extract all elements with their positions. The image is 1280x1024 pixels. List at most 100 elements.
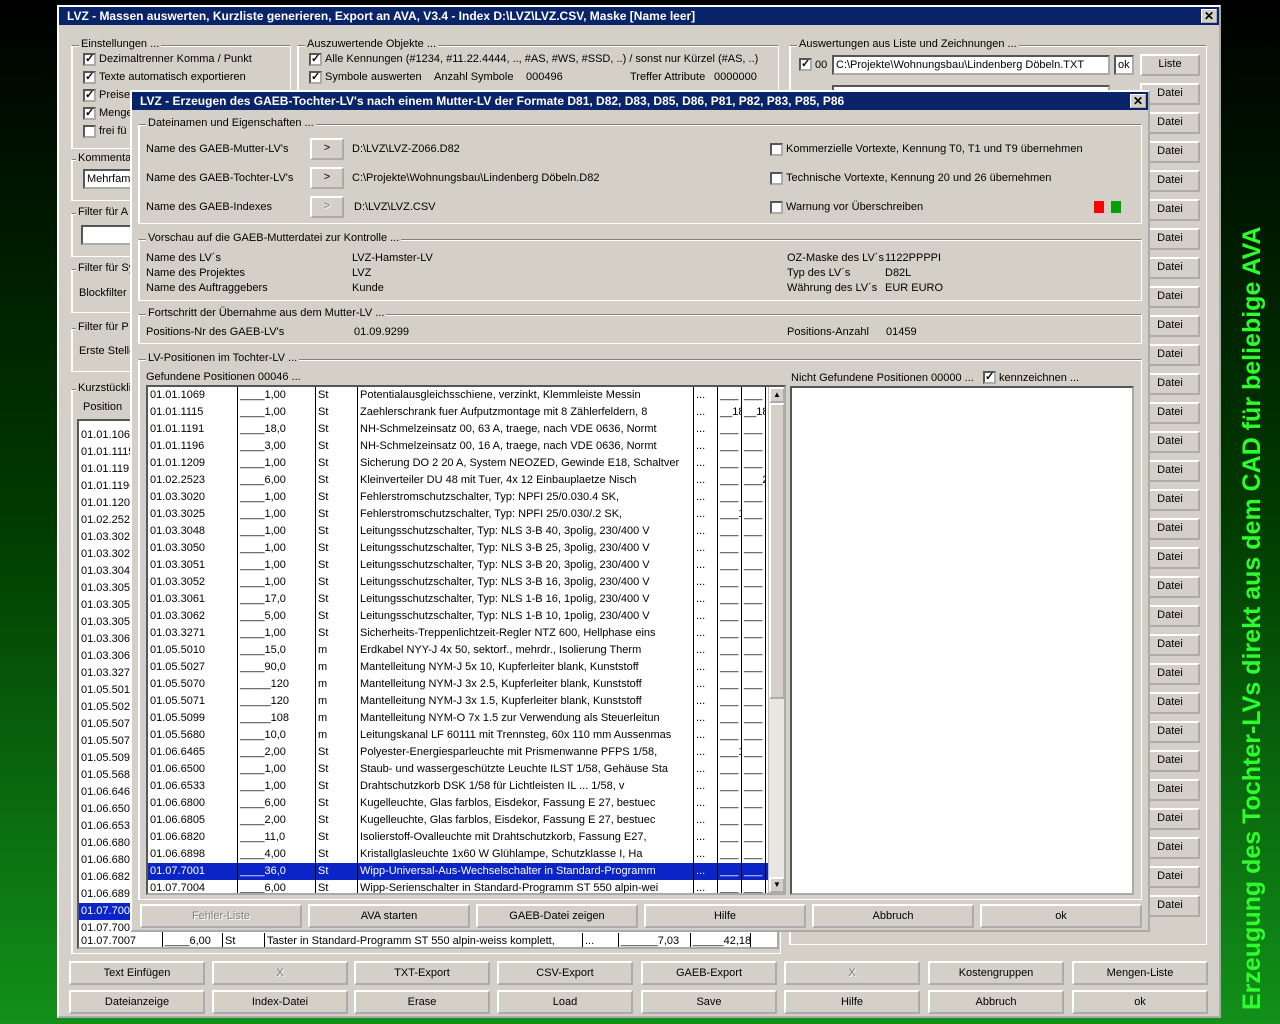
dialog-button[interactable]: Abbruch	[812, 904, 974, 928]
bottom-button[interactable]: X	[784, 961, 920, 985]
table-row[interactable]: 01.05.5680 ____10,0 m Leitungskanal LF 6011…	[148, 727, 784, 744]
text-cell: Taster in Standard-Programm ST 550 alpin…	[265, 933, 583, 947]
text-cell: Leitungsschutzschalter, Typ: NLS 3-B 20,…	[358, 557, 694, 574]
bottom-button[interactable]: Mengen-Liste	[1072, 961, 1208, 985]
table-row[interactable]: 01.01.1191 ____18,0 St NH-Schmelzeinsatz 00…	[148, 421, 784, 438]
b-cell: ___	[742, 846, 766, 863]
einheit-cell: St	[316, 761, 358, 778]
scroll-up-icon[interactable]: ▲	[769, 387, 784, 403]
dialog-button[interactable]: ok	[980, 904, 1142, 928]
gefunden-list[interactable]: 01.01.1069 ____1,00 St Potentialausgleichss…	[146, 385, 786, 895]
auswertung-path-input[interactable]: C:\Projekte\Wohnungsbau\Lindenberg Döbel…	[832, 55, 1110, 75]
table-row[interactable]: 01.05.5070 _____120 m Mantelleitung NYM-J 3…	[148, 676, 784, 693]
table-row[interactable]: 01.03.3062 ____5,00 St Leitungsschutzschalt…	[148, 608, 784, 625]
a-cell: ___	[718, 557, 742, 574]
table-row[interactable]: 01.06.6800 ____6,00 St Kugelleuchte, Glas f…	[148, 795, 784, 812]
bottom-button[interactable]: Save	[641, 990, 777, 1014]
warnung-checkbox[interactable]	[770, 201, 783, 214]
table-row[interactable]: 01.03.3050 ____1,00 St Leitungsschutzschalt…	[148, 540, 784, 557]
bottom-button[interactable]: Hilfe	[784, 990, 920, 1014]
mutter-browse-button[interactable]: >	[310, 138, 344, 160]
pos-cell: 01.02.2523	[148, 472, 238, 489]
technisch-checkbox[interactable]	[770, 172, 783, 185]
table-row[interactable]: 01.06.6898 ____4,00 St Kristallglasleuchte …	[148, 846, 784, 863]
table-row[interactable]: 01.02.2523 ____6,00 St Kleinverteiler DU 48…	[148, 472, 784, 489]
bottom-button[interactable]: Dateianzeige	[69, 990, 205, 1014]
nicht-gefunden-list[interactable]	[790, 386, 1134, 895]
kommentar-label: Kommentar	[76, 152, 137, 164]
table-row[interactable]: 01.03.3271 ____1,00 St Sicherheits-Treppenl…	[148, 625, 784, 642]
bottom-button[interactable]: Index-Datei	[212, 990, 348, 1014]
table-row[interactable]: 01.05.5099 _____108 m Mantelleitung NYM-O 7…	[148, 710, 784, 727]
einheit-cell: m	[316, 693, 358, 710]
auswertung-checkbox[interactable]: ✓	[799, 58, 812, 71]
table-row[interactable]: 01.01.1209 ____1,00 St Sicherung DO 2 20 A,…	[148, 455, 784, 472]
dialog-close-button[interactable]: ✕	[1130, 94, 1146, 108]
kennzeichnen-checkbox[interactable]: ✓	[983, 371, 996, 384]
table-row[interactable]: 01.01.1196 ____3,00 St NH-Schmelzeinsatz 00…	[148, 438, 784, 455]
einheit-cell: St	[316, 506, 358, 523]
bottom-button[interactable]: CSV-Export	[497, 961, 633, 985]
scroll-down-icon[interactable]: ▼	[769, 877, 784, 893]
scroll-thumb[interactable]	[769, 403, 784, 699]
table-row[interactable]: 01.07.7007 ____6,00 St Taster in Standar…	[79, 933, 777, 947]
index-browse-button[interactable]: >	[310, 196, 344, 218]
einheit-cell: St	[316, 880, 358, 893]
bottom-button[interactable]: Erase	[354, 990, 490, 1014]
b-cell: ___	[742, 863, 766, 880]
einstellung-checkbox[interactable]: ✓	[83, 107, 96, 120]
table-row[interactable]: 01.03.3020 ____1,00 St Fehlerstromschutzsch…	[148, 489, 784, 506]
table-row[interactable]: 01.05.5010 ____15,0 m Erdkabel NYY-J 4x 50,…	[148, 642, 784, 659]
lv-name-label: Name des LV´s	[146, 252, 221, 264]
liste-button[interactable]: Liste	[1140, 54, 1200, 76]
a-cell: ___1	[718, 506, 742, 523]
bottom-button[interactable]: GAEB-Export	[641, 961, 777, 985]
einstellung-checkbox[interactable]: ✓	[83, 71, 96, 84]
main-close-button[interactable]: ✕	[1201, 9, 1217, 23]
tochter-browse-button[interactable]: >	[310, 167, 344, 189]
table-row[interactable]: 01.03.3052 ____1,00 St Leitungsschutzschalt…	[148, 574, 784, 591]
table-row[interactable]: 01.01.1115 ____1,00 St Zaehlerschrank fuer …	[148, 404, 784, 421]
table-row[interactable]: 01.06.6500 ____1,00 St Staub- und wasserges…	[148, 761, 784, 778]
bottom-button[interactable]: X	[212, 961, 348, 985]
einstellung-checkbox[interactable]	[83, 125, 96, 138]
einstellung-checkbox[interactable]: ✓	[83, 89, 96, 102]
symbole-checkbox[interactable]: ✓	[309, 71, 322, 84]
bottom-button[interactable]: Load	[497, 990, 633, 1014]
dialog-button[interactable]: Hilfe	[644, 904, 806, 928]
bottom-button[interactable]: TXT-Export	[354, 961, 490, 985]
table-row[interactable]: 01.03.3025 ____1,00 St Fehlerstromschutzsch…	[148, 506, 784, 523]
table-row[interactable]: 01.07.7004 ____6,00 St Wipp-Serienschalter …	[148, 880, 784, 893]
bottom-button[interactable]: ok	[1072, 990, 1208, 1014]
menge-cell: ____1,00	[238, 404, 316, 421]
einstellung-checkbox[interactable]: ✓	[83, 53, 96, 66]
dialog-button[interactable]: GAEB-Datei zeigen	[476, 904, 638, 928]
table-row[interactable]: 01.06.6805 ____2,00 St Kugelleuchte, Glas f…	[148, 812, 784, 829]
table-row[interactable]: 01.03.3061 ____17,0 St Leitungsschutzschalt…	[148, 591, 784, 608]
dialog-button[interactable]: Fehler-Liste	[140, 904, 302, 928]
dialog-button[interactable]: AVA starten	[308, 904, 470, 928]
table-row[interactable]: 01.07.7001 ____36,0 St Wipp-Universal-Aus-W…	[148, 863, 784, 880]
table-row[interactable]: 01.06.6533 ____1,00 St Drahtschutzkorb DSK …	[148, 778, 784, 795]
bottom-button[interactable]: Kostengruppen	[928, 961, 1064, 985]
bottom-button[interactable]: Text Einfügen	[69, 961, 205, 985]
table-row[interactable]: 01.06.6820 ____11,0 St Isolierstoff-Ovalleu…	[148, 829, 784, 846]
table-row[interactable]: 01.01.1069 ____1,00 St Potentialausgleichss…	[148, 387, 784, 404]
table-row[interactable]: 01.03.3048 ____1,00 St Leitungsschutzschalt…	[148, 523, 784, 540]
alle-kennungen-checkbox[interactable]: ✓	[309, 53, 322, 66]
table-row[interactable]: 01.03.3051 ____1,00 St Leitungsschutzschalt…	[148, 557, 784, 574]
table-row[interactable]: 01.05.5071 _____120 m Mantelleitung NYM-J 3…	[148, 693, 784, 710]
gefunden-scrollbar[interactable]: ▲ ▼	[768, 387, 784, 893]
text-cell: Kugelleuchte, Glas farblos, Eisdekor, Fa…	[358, 812, 694, 829]
a-cell: ___	[718, 676, 742, 693]
kommerz-checkbox[interactable]	[770, 143, 783, 156]
table-row[interactable]: 01.05.5027 ____90,0 m Mantelleitung NYM-J 5…	[148, 659, 784, 676]
auswertung-ok-input[interactable]: ok	[1114, 55, 1134, 75]
alle-kennungen-label: Alle Kennungen (#1234, #11.22.4444, .., …	[325, 53, 759, 65]
table-row[interactable]: 01.06.6465 ____2,00 St Polyester-Energiespa…	[148, 744, 784, 761]
pos-cell: 01.01.1191	[148, 421, 238, 438]
menge-cell: ____1,00	[238, 455, 316, 472]
bottom-button[interactable]: Abbruch	[928, 990, 1064, 1014]
menge-cell: ____11,0	[238, 829, 316, 846]
menge-cell: ____2,00	[238, 812, 316, 829]
